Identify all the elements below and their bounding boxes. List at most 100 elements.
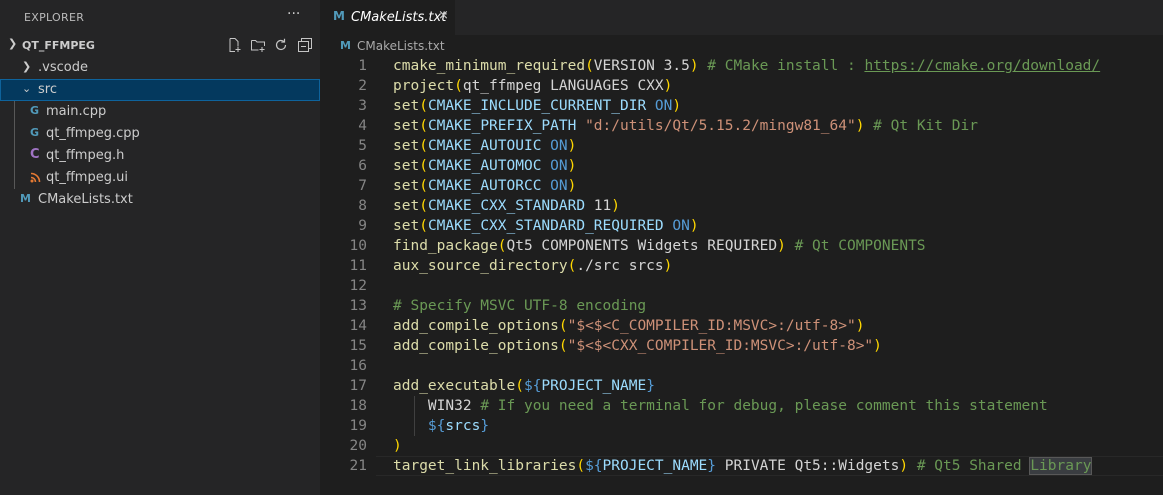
code-line[interactable]: 6 set(CMAKE_AUTOMOC ON)	[320, 156, 1163, 176]
line-number: 16	[349, 358, 367, 374]
new-folder-icon[interactable]	[250, 37, 266, 53]
line-number: 13	[349, 298, 367, 314]
line-number: 15	[349, 338, 367, 354]
collapse-all-icon[interactable]	[297, 37, 313, 53]
code-line[interactable]: 4 set(CMAKE_PREFIX_PATH "d:/utils/Qt/5.15…	[320, 116, 1163, 136]
code-line[interactable]: 17 add_executable(${PROJECT_NAME}	[320, 376, 1163, 396]
code-token: add_compile_options	[393, 338, 559, 354]
code-token: (	[558, 338, 568, 354]
code-text: add_compile_options("$<$<C_COMPILER_ID:M…	[393, 316, 864, 336]
project-folder-header[interactable]: ❯ QT_FFMPEG	[0, 35, 320, 57]
code-token: (	[419, 138, 428, 154]
code-line[interactable]: 3 set(CMAKE_INCLUDE_CURRENT_DIR ON)	[320, 96, 1163, 116]
code-token: )	[855, 318, 865, 334]
line-number: 9	[358, 218, 367, 234]
rss-icon	[30, 172, 41, 183]
tab-cmakelists[interactable]: M CMakeLists.txt ×	[320, 0, 455, 35]
refresh-icon[interactable]	[273, 37, 289, 53]
chevron-right-icon: ❯	[22, 60, 32, 73]
code-token: CMAKE_INCLUDE_CURRENT_DIR	[427, 98, 647, 114]
code-editor[interactable]: 1 cmake_minimum_required(VERSION 3.5) # C…	[320, 56, 1163, 476]
code-token: CMAKE_AUTOMOC	[427, 158, 542, 174]
code-text: set(CMAKE_AUTORCC ON)	[393, 176, 576, 196]
tree-item-qt-ffmpeg-ui[interactable]: qt_ffmpeg.ui	[0, 167, 320, 189]
code-line[interactable]: 16	[320, 356, 1163, 376]
code-token: ${	[523, 378, 542, 394]
code-token: )	[689, 58, 699, 74]
line-number: 12	[349, 278, 367, 294]
code-text: )	[393, 436, 402, 456]
code-line[interactable]: 5 set(CMAKE_AUTOUIC ON)	[320, 136, 1163, 156]
code-line[interactable]: 18 WIN32 # If you need a terminal for de…	[320, 396, 1163, 416]
code-token: target_link_libraries	[393, 458, 577, 474]
header-file-icon: C	[30, 147, 40, 162]
code-line[interactable]: 13 # Specify MSVC UTF-8 encoding	[320, 296, 1163, 316]
code-line[interactable]: 21 target_link_libraries(${PROJECT_NAME} …	[320, 456, 1163, 476]
tree-item-vscode[interactable]: ❯ .vscode	[0, 57, 320, 79]
code-line[interactable]: 14 add_compile_options("$<$<C_COMPILER_ID…	[320, 316, 1163, 336]
line-number: 3	[358, 98, 367, 114]
code-line[interactable]: 1 cmake_minimum_required(VERSION 3.5) # C…	[320, 56, 1163, 76]
code-line[interactable]: 10 find_package(Qt5 COMPONENTS Widgets RE…	[320, 236, 1163, 256]
code-text: project(qt_ffmpeg LANGUAGES CXX)	[393, 76, 672, 96]
code-token: project	[393, 78, 455, 94]
code-token: (	[585, 58, 594, 74]
code-token: (	[419, 198, 428, 214]
tree-item-qt-ffmpeg-cpp[interactable]: G qt_ffmpeg.cpp	[0, 123, 320, 145]
tree-item-label: qt_ffmpeg.h	[46, 148, 125, 163]
line-number: 4	[358, 118, 367, 134]
code-token: )	[567, 138, 577, 154]
line-number: 6	[358, 158, 367, 174]
line-number: 2	[358, 78, 367, 94]
close-icon[interactable]: ×	[438, 8, 449, 23]
tree-item-main-cpp[interactable]: G main.cpp	[0, 101, 320, 123]
code-token: (	[454, 78, 463, 94]
tree-item-src[interactable]: ⌄ src	[0, 79, 320, 101]
code-token: )	[567, 158, 577, 174]
code-text: add_compile_options("$<$<CXX_COMPILER_ID…	[393, 336, 882, 356]
code-token: Qt5 COMPONENTS Widgets REQUIRED	[506, 238, 778, 254]
code-token: (	[419, 158, 428, 174]
code-text: set(CMAKE_INCLUDE_CURRENT_DIR ON)	[393, 96, 681, 116]
code-line[interactable]: 7 set(CMAKE_AUTORCC ON)	[320, 176, 1163, 196]
explorer-title: EXPLORER	[24, 11, 85, 24]
code-token: )	[663, 258, 673, 274]
code-line[interactable]: 12	[320, 276, 1163, 296]
code-token: PRIVATE Qt5::Widgets	[716, 458, 900, 474]
code-token: https://cmake.org/download/	[864, 58, 1101, 74]
code-token: add_executable	[393, 378, 516, 394]
tree-item-qt-ffmpeg-h[interactable]: C qt_ffmpeg.h	[0, 145, 320, 167]
more-actions-icon[interactable]: ···	[287, 6, 300, 22]
explorer-sidebar: EXPLORER ··· ❯ QT_FFMPEG ❯ .vscode ⌄ src	[0, 0, 320, 495]
code-token: )	[393, 438, 402, 454]
code-line[interactable]: 9 set(CMAKE_CXX_STANDARD_REQUIRED ON)	[320, 216, 1163, 236]
code-text: set(CMAKE_AUTOMOC ON)	[393, 156, 576, 176]
tree-item-label: qt_ffmpeg.ui	[46, 170, 128, 185]
code-token: add_compile_options	[393, 318, 559, 334]
tree-item-cmakelists[interactable]: M CMakeLists.txt	[0, 189, 320, 211]
code-token: ON	[654, 98, 673, 114]
code-line[interactable]: 2 project(qt_ffmpeg LANGUAGES CXX)	[320, 76, 1163, 96]
code-line[interactable]: 19 ${srcs}	[320, 416, 1163, 436]
code-token: set	[393, 138, 420, 154]
new-file-icon[interactable]	[226, 37, 242, 53]
line-number: 8	[358, 198, 367, 214]
code-line[interactable]: 15 add_compile_options("$<$<CXX_COMPILER_…	[320, 336, 1163, 356]
code-token: CMAKE_CXX_STANDARD	[427, 198, 586, 214]
tab-label: CMakeLists.txt	[351, 10, 447, 25]
chevron-down-icon: ⌄	[22, 82, 32, 95]
code-line[interactable]: 20)	[320, 436, 1163, 456]
line-number: 19	[349, 418, 367, 434]
line-number: 11	[349, 258, 367, 274]
line-number: 18	[349, 398, 367, 414]
cpp-file-icon: G	[30, 104, 40, 117]
code-text: cmake_minimum_required(VERSION 3.5) # CM…	[393, 56, 1100, 76]
code-token: # CMake install :	[707, 58, 865, 74]
code-line[interactable]: 11 aux_source_directory(./src srcs)	[320, 256, 1163, 276]
code-text: set(CMAKE_AUTOUIC ON)	[393, 136, 576, 156]
code-line[interactable]: 8 set(CMAKE_CXX_STANDARD 11)	[320, 196, 1163, 216]
code-token: # Qt Kit Dir	[873, 118, 978, 134]
